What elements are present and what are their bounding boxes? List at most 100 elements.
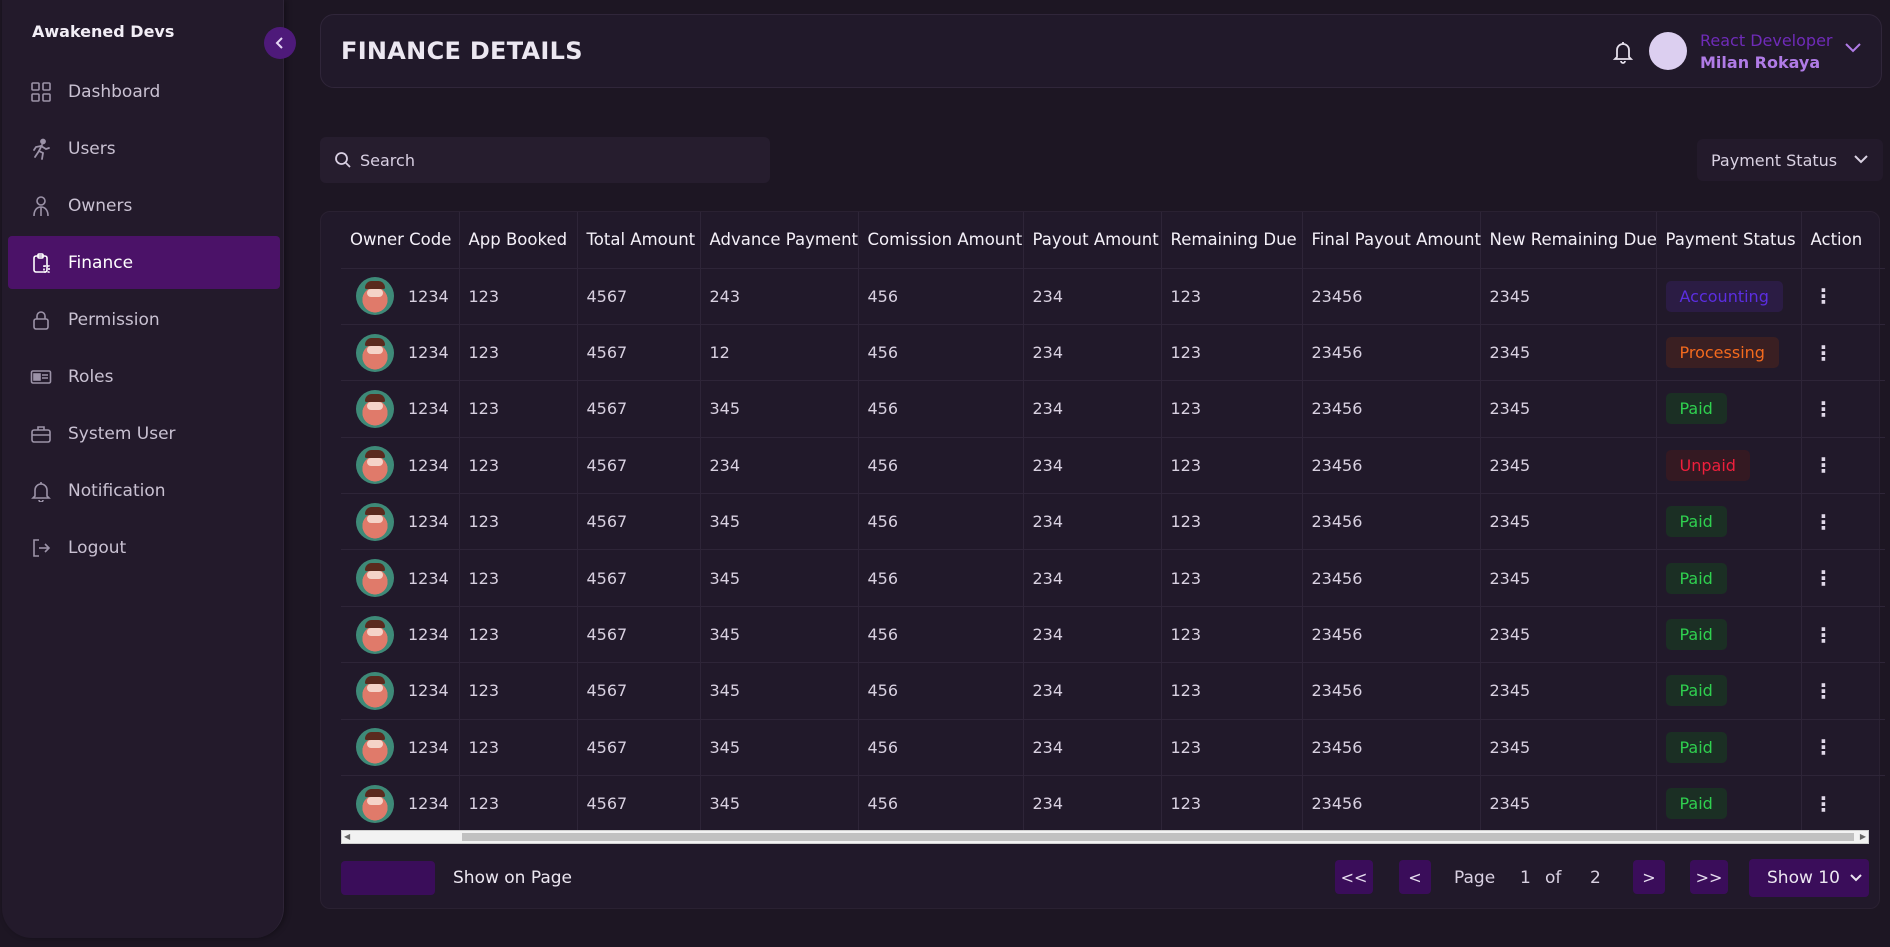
scroll-left-arrow-icon[interactable]: ◀ xyxy=(344,832,350,841)
advance-cell: 345 xyxy=(700,380,859,438)
table-row[interactable]: 1234 123 4567 345 456 234 123 23456 2345 Paid ⋮ xyxy=(341,662,1885,720)
final-payout-cell: 23456 xyxy=(1302,436,1481,494)
new-remaining-cell: 2345 xyxy=(1480,323,1657,381)
sidebar-item-dashboard[interactable]: Dashboard xyxy=(8,65,280,118)
column-header: Total Amount xyxy=(577,212,701,268)
more-vertical-icon[interactable]: ⋮ xyxy=(1814,284,1834,308)
finance-table-card: Owner Code App Booked Total Amount Advance … xyxy=(320,211,1885,909)
row-action-cell: ⋮ xyxy=(1801,549,1885,607)
status-badge: Accounting xyxy=(1665,280,1783,312)
remaining-cell: 123 xyxy=(1161,662,1303,720)
more-vertical-icon[interactable]: ⋮ xyxy=(1814,623,1834,647)
sidebar-item-permission[interactable]: Permission xyxy=(8,293,280,346)
row-action-cell: ⋮ xyxy=(1801,775,1885,832)
more-vertical-icon[interactable]: ⋮ xyxy=(1814,566,1834,590)
owner-code-cell: 1234 xyxy=(341,662,460,720)
previous-page-button[interactable]: < xyxy=(1399,860,1431,894)
app-booked-cell: 123 xyxy=(459,549,578,607)
advance-cell: 12 xyxy=(700,323,859,381)
owner-code: 1234 xyxy=(408,681,449,701)
table-row[interactable]: 1234 123 4567 345 456 234 123 23456 2345 Paid ⋮ xyxy=(341,775,1885,832)
app-booked-cell: 123 xyxy=(459,775,578,832)
last-page-button[interactable]: >> xyxy=(1690,860,1728,894)
total-cell: 4567 xyxy=(577,662,701,720)
sidebar-item-finance[interactable]: Finance xyxy=(8,236,280,289)
more-vertical-icon[interactable]: ⋮ xyxy=(1814,341,1834,365)
remaining-cell: 123 xyxy=(1161,436,1303,494)
owner-code: 1234 xyxy=(408,568,449,588)
new-remaining-cell: 2345 xyxy=(1480,662,1657,720)
table-row[interactable]: 1234 123 4567 345 456 234 123 23456 2345 Paid ⋮ xyxy=(341,605,1885,663)
owner-cell: 1234 xyxy=(350,502,459,541)
more-vertical-icon[interactable]: ⋮ xyxy=(1814,397,1834,421)
more-vertical-icon[interactable]: ⋮ xyxy=(1814,792,1834,816)
sidebar-item-label: Logout xyxy=(68,537,127,558)
table-row[interactable]: 1234 123 4567 345 456 234 123 23456 2345 Paid ⋮ xyxy=(341,493,1885,550)
advance-cell: 243 xyxy=(700,267,859,325)
search-box xyxy=(320,137,770,183)
sidebar-item-label: Finance xyxy=(68,252,134,273)
more-vertical-icon[interactable]: ⋮ xyxy=(1814,735,1834,759)
row-action-cell: ⋮ xyxy=(1801,605,1885,663)
total-cell: 4567 xyxy=(577,549,701,607)
remaining-cell: 123 xyxy=(1161,775,1303,832)
first-page-button[interactable]: << xyxy=(1335,860,1373,894)
payout-cell: 234 xyxy=(1023,549,1162,607)
notification-bell-icon[interactable] xyxy=(1611,39,1635,65)
scrollbar-thumb[interactable] xyxy=(462,833,1854,841)
table-row[interactable]: 1234 123 4567 243 456 234 123 23456 2345 Accounti… xyxy=(341,267,1885,325)
sidebar-item-owners[interactable]: Owners xyxy=(8,179,280,232)
rows-per-page-box[interactable] xyxy=(341,861,435,895)
app-booked-cell: 123 xyxy=(459,323,578,381)
owner-code-cell: 1234 xyxy=(341,436,460,494)
row-action-cell: ⋮ xyxy=(1801,267,1885,325)
horizontal-scrollbar[interactable]: ◀ ▶ xyxy=(341,830,1869,844)
sidebar-item-notification[interactable]: Notification xyxy=(8,464,280,517)
more-vertical-icon[interactable]: ⋮ xyxy=(1814,679,1834,703)
sidebar-nav: Dashboard Users Owners Finance Permissio… xyxy=(8,65,280,578)
next-page-button[interactable]: > xyxy=(1633,860,1665,894)
payout-cell: 234 xyxy=(1023,718,1162,776)
sidebar-item-logout[interactable]: Logout xyxy=(8,521,280,574)
show-per-page-select[interactable]: Show 10 xyxy=(1749,859,1869,897)
user-role: React Developer xyxy=(1700,31,1833,50)
more-vertical-icon[interactable]: ⋮ xyxy=(1814,510,1834,534)
owner-avatar xyxy=(356,784,394,823)
column-header: Advance Payment xyxy=(700,212,859,268)
payment-status-cell: Paid xyxy=(1656,549,1802,607)
payment-status-filter[interactable]: Payment Status xyxy=(1697,139,1883,181)
sidebar-item-users[interactable]: Users xyxy=(8,122,280,175)
table-row[interactable]: 1234 123 4567 345 456 234 123 23456 2345 Paid ⋮ xyxy=(341,718,1885,776)
sidebar-item-system-user[interactable]: System User xyxy=(8,407,280,460)
sidebar-item-roles[interactable]: Roles xyxy=(8,350,280,403)
search-input[interactable] xyxy=(360,150,740,170)
owner-code: 1234 xyxy=(408,625,449,645)
owner-code: 1234 xyxy=(408,737,449,757)
chevron-down-icon[interactable] xyxy=(1843,41,1863,55)
final-payout-cell: 23456 xyxy=(1302,718,1481,776)
table-row[interactable]: 1234 123 4567 345 456 234 123 23456 2345 Paid ⋮ xyxy=(341,549,1885,607)
page-label: Page xyxy=(1454,868,1496,888)
table-row[interactable]: 1234 123 4567 234 456 234 123 23456 2345 Unpaid ⋮ xyxy=(341,436,1885,494)
status-badge: Paid xyxy=(1665,619,1727,651)
status-badge: Processing xyxy=(1665,337,1779,369)
user-avatar[interactable] xyxy=(1649,32,1687,70)
bell-icon xyxy=(30,480,52,502)
total-cell: 4567 xyxy=(577,323,701,381)
status-badge: Unpaid xyxy=(1665,449,1750,481)
table-row[interactable]: 1234 123 4567 12 456 234 123 23456 2345 Processin… xyxy=(341,323,1885,381)
table-row[interactable]: 1234 123 4567 345 456 234 123 23456 2345 Paid ⋮ xyxy=(341,380,1885,438)
dashboard-icon xyxy=(30,81,52,103)
comission-cell: 456 xyxy=(858,493,1024,550)
payment-status-cell: Accounting xyxy=(1656,267,1802,325)
payout-cell: 234 xyxy=(1023,493,1162,550)
more-vertical-icon[interactable]: ⋮ xyxy=(1814,453,1834,477)
owner-code: 1234 xyxy=(408,343,449,363)
comission-cell: 456 xyxy=(858,267,1024,325)
collapse-sidebar-button[interactable] xyxy=(264,27,296,59)
sidebar-item-label: Permission xyxy=(68,309,160,330)
final-payout-cell: 23456 xyxy=(1302,267,1481,325)
owner-code-cell: 1234 xyxy=(341,605,460,663)
scroll-right-arrow-icon[interactable]: ▶ xyxy=(1860,832,1866,841)
payment-status-cell: Paid xyxy=(1656,662,1802,720)
